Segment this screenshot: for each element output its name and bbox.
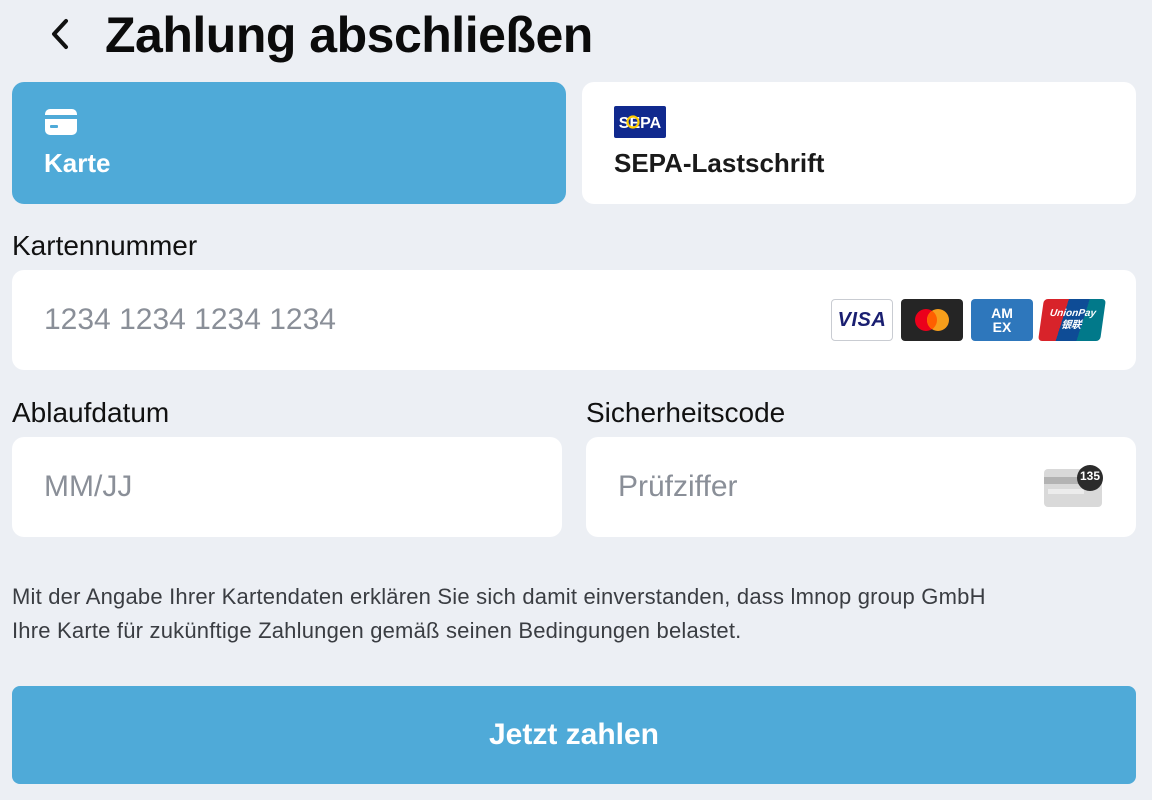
sepa-logo-text: SEPA	[619, 115, 662, 132]
security-code-field: 135	[586, 437, 1136, 537]
security-code-input[interactable]	[618, 437, 1018, 537]
tab-card-label: Karte	[44, 148, 111, 178]
amex-text: AM EX	[991, 305, 1013, 335]
back-button[interactable]	[38, 12, 82, 56]
tab-card[interactable]: Karte	[12, 82, 566, 204]
unionpay-icon: UnionPay 银联	[1038, 299, 1106, 341]
pay-now-label: Jetzt zahlen	[488, 718, 660, 751]
consent-text-line-2: Ihre Karte für zukünftige Zahlungen gemä…	[12, 618, 742, 643]
card-number-label: Kartennummer	[12, 230, 198, 261]
page-title: Zahlung abschließen	[105, 7, 593, 63]
expiry-label: Ablaufdatum	[12, 397, 170, 428]
expiry-field	[12, 437, 562, 537]
amex-icon: AM EX	[971, 299, 1033, 341]
security-code-label: Sicherheitscode	[586, 397, 786, 428]
expiry-input[interactable]	[44, 437, 534, 537]
chevron-left-icon	[52, 19, 68, 49]
tab-sepa-label: SEPA-Lastschrift	[614, 148, 825, 178]
header: Zahlung abschließen	[0, 0, 1152, 72]
card-number-field: VISA AM EX UnionPay 银联	[12, 270, 1136, 370]
pay-now-button[interactable]: Jetzt zahlen	[12, 686, 1136, 784]
tab-sepa[interactable]: SEPA SEPA-Lastschrift	[582, 82, 1136, 204]
consent-text-line-1: Mit der Angabe Ihrer Kartendaten erkläre…	[12, 584, 986, 609]
cvc-badge-text: 135	[1079, 469, 1101, 483]
credit-card-icon	[44, 108, 78, 141]
visa-text: VISA	[837, 308, 887, 331]
consent-text: Mit der Angabe Ihrer Kartendaten erkläre…	[12, 580, 1132, 648]
mastercard-icon	[901, 299, 963, 341]
card-number-input[interactable]	[44, 270, 804, 370]
cvc-card-icon: 135	[1044, 465, 1106, 509]
visa-icon: VISA	[831, 299, 893, 341]
sepa-logo-icon: SEPA	[614, 106, 666, 143]
unionpay-text: UnionPay 银联	[1049, 308, 1097, 331]
card-brand-logos: VISA AM EX UnionPay 银联	[831, 299, 1106, 341]
